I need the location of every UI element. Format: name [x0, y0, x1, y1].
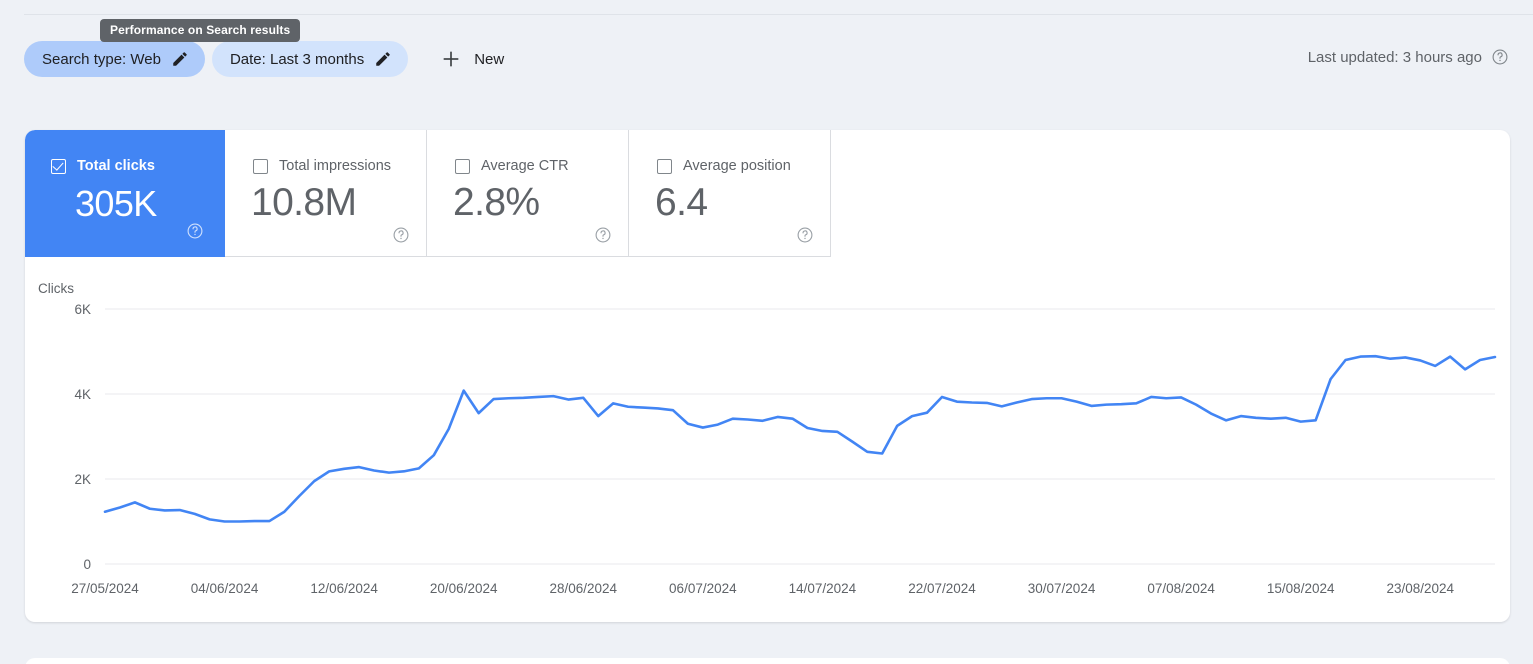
- pencil-icon[interactable]: [171, 50, 189, 68]
- clicks-line-chart-svg: 0 2K 4K 6K 27/05/2024 04/06/2024 12/06/2024 20/…: [71, 302, 1497, 596]
- metric-average-position-value: 6.4: [655, 181, 708, 224]
- metric-tiles: Total clicks 305K Total impressions 10.8…: [25, 130, 831, 257]
- question-mark-icon[interactable]: [1491, 48, 1509, 66]
- question-mark-icon[interactable]: [392, 226, 410, 244]
- metric-total-clicks-label: Total clicks: [77, 158, 155, 174]
- top-divider: [24, 14, 1533, 15]
- svg-text:22/07/2024: 22/07/2024: [908, 581, 976, 596]
- metric-average-ctr-label: Average CTR: [481, 158, 569, 174]
- last-updated-label: Last updated: 3 hours ago: [1307, 48, 1482, 66]
- metric-average-ctr-header: Average CTR: [455, 158, 569, 174]
- metric-average-position-label: Average position: [683, 158, 791, 174]
- checkbox-icon[interactable]: [455, 158, 470, 174]
- question-mark-icon[interactable]: [796, 226, 814, 244]
- clicks-chart: Clicks 0 2K 4K 6K 27/05/2024 04/06/2024 12/06/…: [25, 257, 1510, 622]
- new-filter-button[interactable]: New: [430, 41, 514, 77]
- metric-tile-average-ctr[interactable]: Average CTR 2.8%: [427, 130, 629, 257]
- svg-text:14/07/2024: 14/07/2024: [789, 581, 857, 596]
- checkbox-icon[interactable]: [253, 158, 268, 174]
- filter-bar: Search type: Web Date: Last 3 months New: [24, 40, 1533, 78]
- svg-text:28/06/2024: 28/06/2024: [549, 581, 617, 596]
- filter-chip-date[interactable]: Date: Last 3 months: [211, 41, 409, 77]
- svg-text:07/08/2024: 07/08/2024: [1147, 581, 1215, 596]
- filter-chip-search-type[interactable]: Search type: Web: [24, 41, 205, 77]
- metric-tile-total-impressions[interactable]: Total impressions 10.8M: [225, 130, 427, 257]
- filter-chip-search-type-label: Search type: Web: [42, 50, 161, 68]
- question-mark-icon[interactable]: [186, 222, 204, 240]
- svg-text:20/06/2024: 20/06/2024: [430, 581, 498, 596]
- performance-page: Performance on Search results Search typ…: [0, 0, 1533, 664]
- metric-total-clicks-value: 305K: [75, 183, 157, 224]
- question-mark-icon[interactable]: [594, 226, 612, 244]
- plus-icon: [440, 48, 462, 70]
- svg-text:0: 0: [83, 557, 91, 572]
- svg-text:4K: 4K: [74, 387, 91, 402]
- pencil-icon[interactable]: [374, 50, 392, 68]
- svg-text:12/06/2024: 12/06/2024: [310, 581, 378, 596]
- svg-text:30/07/2024: 30/07/2024: [1028, 581, 1096, 596]
- checkbox-icon[interactable]: [51, 158, 66, 174]
- metric-total-impressions-header: Total impressions: [253, 158, 391, 174]
- metric-tile-total-clicks[interactable]: Total clicks 305K: [25, 130, 225, 257]
- tooltip-performance-on-search-results: Performance on Search results: [100, 19, 301, 42]
- svg-text:27/05/2024: 27/05/2024: [71, 581, 139, 596]
- svg-text:2K: 2K: [74, 472, 91, 487]
- metric-total-clicks-header: Total clicks: [51, 158, 155, 174]
- metric-total-impressions-label: Total impressions: [279, 158, 392, 174]
- last-updated-status: Last updated: 3 hours ago: [1308, 48, 1509, 66]
- next-card-peek: [25, 658, 1510, 664]
- svg-text:6K: 6K: [74, 302, 91, 317]
- new-filter-label: New: [474, 50, 505, 68]
- filter-chip-date-label: Date: Last 3 months: [229, 50, 365, 68]
- metric-tile-average-position[interactable]: Average position 6.4: [629, 130, 831, 257]
- metric-average-position-header: Average position: [657, 158, 791, 174]
- metric-average-ctr-value: 2.8%: [453, 181, 540, 224]
- svg-text:15/08/2024: 15/08/2024: [1267, 581, 1335, 596]
- svg-text:23/08/2024: 23/08/2024: [1386, 581, 1454, 596]
- metric-total-impressions-value: 10.8M: [251, 181, 357, 224]
- performance-card: Total clicks 305K Total impressions 10.8…: [25, 130, 1510, 622]
- svg-text:06/07/2024: 06/07/2024: [669, 581, 737, 596]
- svg-text:04/06/2024: 04/06/2024: [191, 581, 259, 596]
- checkbox-icon[interactable]: [657, 158, 672, 174]
